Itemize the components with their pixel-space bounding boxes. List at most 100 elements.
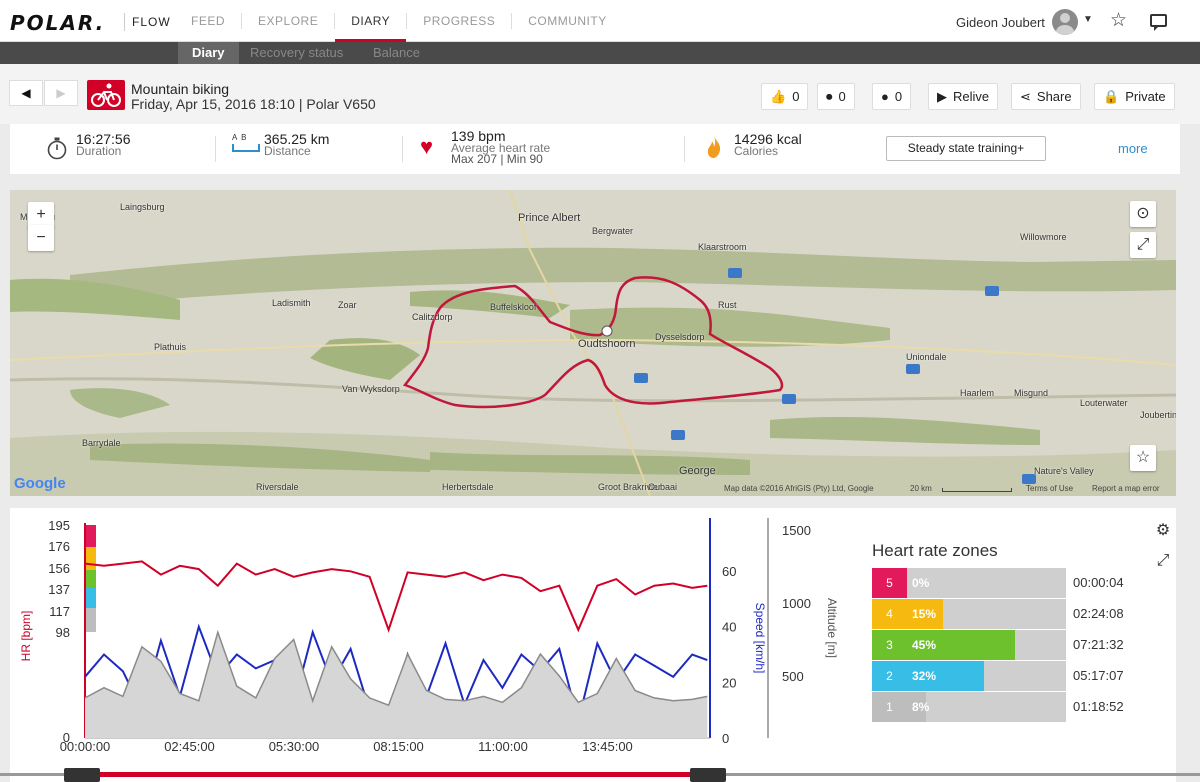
altitude-tick-label: 500 (782, 669, 804, 684)
hr-tick-label: 117 (49, 604, 70, 619)
whistle-button[interactable]: ⏺ 0 (817, 83, 855, 110)
map-place-label: Dysselsdorp (655, 332, 705, 342)
flow-label[interactable]: FLOW (132, 15, 171, 29)
map-place-label: Klaarstroom (698, 242, 747, 252)
map-place-label: Van Wyksdorp (342, 384, 400, 394)
flame-icon (707, 136, 721, 158)
time-tick-label: 00:00:00 (60, 739, 111, 754)
map-place-label: Prince Albert (518, 212, 581, 224)
distance-icon: A B (232, 133, 262, 159)
timeline-scrubber[interactable] (0, 768, 1200, 782)
more-link[interactable]: more (1118, 141, 1148, 156)
zone-time: 00:00:04 (1073, 575, 1124, 590)
zone-bar-track (907, 568, 1066, 598)
star-icon[interactable]: ☆ (1110, 9, 1127, 32)
next-session-button[interactable]: ▶ (44, 80, 78, 106)
privacy-button[interactable]: 🔒 Private (1094, 83, 1175, 110)
scale-bar (942, 488, 1012, 492)
distance-label: Distance (264, 144, 311, 158)
zone-number: 4 (872, 599, 907, 629)
like-count: 0 (792, 89, 800, 104)
zone-percent: 45% (912, 638, 937, 652)
mountain-bike-icon (87, 80, 125, 110)
map-place-label: Plathuis (154, 342, 187, 352)
nav-progress[interactable]: PROGRESS (407, 0, 511, 42)
tab-diary[interactable]: Diary (178, 42, 239, 64)
map-place-label: Willowmore (1020, 232, 1067, 242)
session-header: ◀ ▶ Mountain biking Friday, Apr 15, 2016… (0, 64, 1200, 124)
hr-tick-label: 176 (48, 539, 70, 554)
star-icon[interactable]: ☆ (1130, 445, 1156, 471)
session-graph[interactable]: 981171371561761950 02040605001000150000:0… (0, 508, 860, 778)
time-tick-label: 05:30:00 (269, 739, 320, 754)
fullscreen-icon[interactable]: ⤢ (1130, 232, 1156, 258)
share-icon: ⋖ (1020, 89, 1031, 104)
hr-zone-row: 3 45% (872, 630, 1067, 660)
logo-divider (124, 13, 125, 31)
zoom-out-button[interactable]: − (28, 225, 54, 251)
distance-icon-label: A B (232, 133, 248, 142)
nav-explore[interactable]: EXPLORE (242, 0, 334, 42)
map-place-label: Barrydale (82, 438, 121, 448)
divider (402, 136, 403, 162)
comment-count: 0 (894, 89, 903, 104)
speed-tick-label: 60 (722, 564, 736, 579)
tab-balance[interactable]: Balance (373, 42, 420, 64)
previous-session-button[interactable]: ◀ (9, 80, 43, 106)
series-line-hr (84, 560, 708, 633)
map-place-label: Louterwater (1080, 398, 1128, 408)
play-icon: ▶ (937, 89, 947, 104)
map-place-label: George (679, 465, 716, 477)
map-scale: 20 km (910, 484, 932, 493)
session-datetime: Friday, Apr 15, 2016 18:10 | Polar V650 (131, 96, 376, 112)
share-button[interactable]: ⋖ Share (1011, 83, 1081, 110)
time-tick-label: 08:15:00 (373, 739, 424, 754)
nav-feed[interactable]: FEED (175, 0, 241, 42)
duration-stat: 16:27:56 Duration (76, 132, 131, 157)
zone-percent: 32% (912, 669, 937, 683)
map-place-label: Uniondale (906, 352, 947, 362)
sport-title: Mountain biking (131, 81, 230, 97)
route-map[interactable]: Laingsburg Prince Albert Bergwater Klaarstr… (10, 190, 1176, 496)
map-place-label: Riversdale (256, 482, 299, 492)
training-benefit-button[interactable]: Steady state training+ (886, 136, 1046, 161)
speed-tick-label: 40 (722, 620, 736, 635)
altitude-axis-label: Altitude [m] (825, 598, 839, 658)
main-nav: FEED EXPLORE DIARY PROGRESS COMMUNITY (175, 0, 623, 42)
hr-tick-label: 156 (48, 561, 70, 576)
fullscreen-icon[interactable]: ⤢ (1150, 548, 1176, 574)
zone-percent: 8% (912, 700, 930, 714)
nav-diary[interactable]: DIARY (335, 0, 407, 42)
summary-stats: 16:27:56 Duration A B 365.25 km Distance… (10, 124, 1180, 174)
message-icon[interactable] (1150, 14, 1167, 31)
calories-stat: 14296 kcal Calories (734, 132, 802, 157)
range-end-handle[interactable] (690, 768, 726, 782)
user-name[interactable]: Gideon Joubert (956, 15, 1045, 30)
settings-icon[interactable]: ⚙ (1150, 518, 1176, 544)
map-place-label: Calitzdorp (412, 312, 453, 322)
duration-label: Duration (76, 144, 122, 158)
terms-link[interactable]: Terms of Use (1026, 484, 1073, 493)
polar-logo[interactable]: POLAR. (10, 11, 105, 35)
relive-button[interactable]: ▶ Relive (928, 83, 999, 110)
like-button[interactable]: 👍 0 (761, 83, 809, 110)
hr-zone-row: 2 32% (872, 661, 1067, 691)
report-map-error-link[interactable]: Report a map error (1092, 484, 1160, 493)
hr-zone-row: 5 0% (872, 568, 1067, 598)
top-nav-bar: POLAR. FLOW FEED EXPLORE DIARY PROGRESS … (0, 0, 1200, 42)
divider (684, 136, 685, 162)
tab-recovery-status[interactable]: Recovery status (250, 42, 343, 64)
heart-rate-min-max: Max 207 | Min 90 (451, 152, 543, 166)
chevron-down-icon[interactable]: ▼ (1083, 14, 1093, 25)
zone-number: 1 (872, 692, 907, 722)
avatar[interactable] (1052, 9, 1078, 35)
nav-community[interactable]: COMMUNITY (512, 0, 623, 42)
divider (215, 136, 216, 162)
comment-button[interactable]: ● 0 (872, 83, 912, 110)
locate-icon[interactable]: ⊙ (1130, 201, 1156, 227)
map-place-label: Rust (718, 300, 737, 310)
heart-rate-stat: 139 bpm Average heart rate Max 207 | Min… (451, 129, 550, 165)
range-start-handle[interactable] (64, 768, 100, 782)
altitude-tick-label: 1000 (782, 596, 811, 611)
zone-number: 2 (872, 661, 907, 691)
